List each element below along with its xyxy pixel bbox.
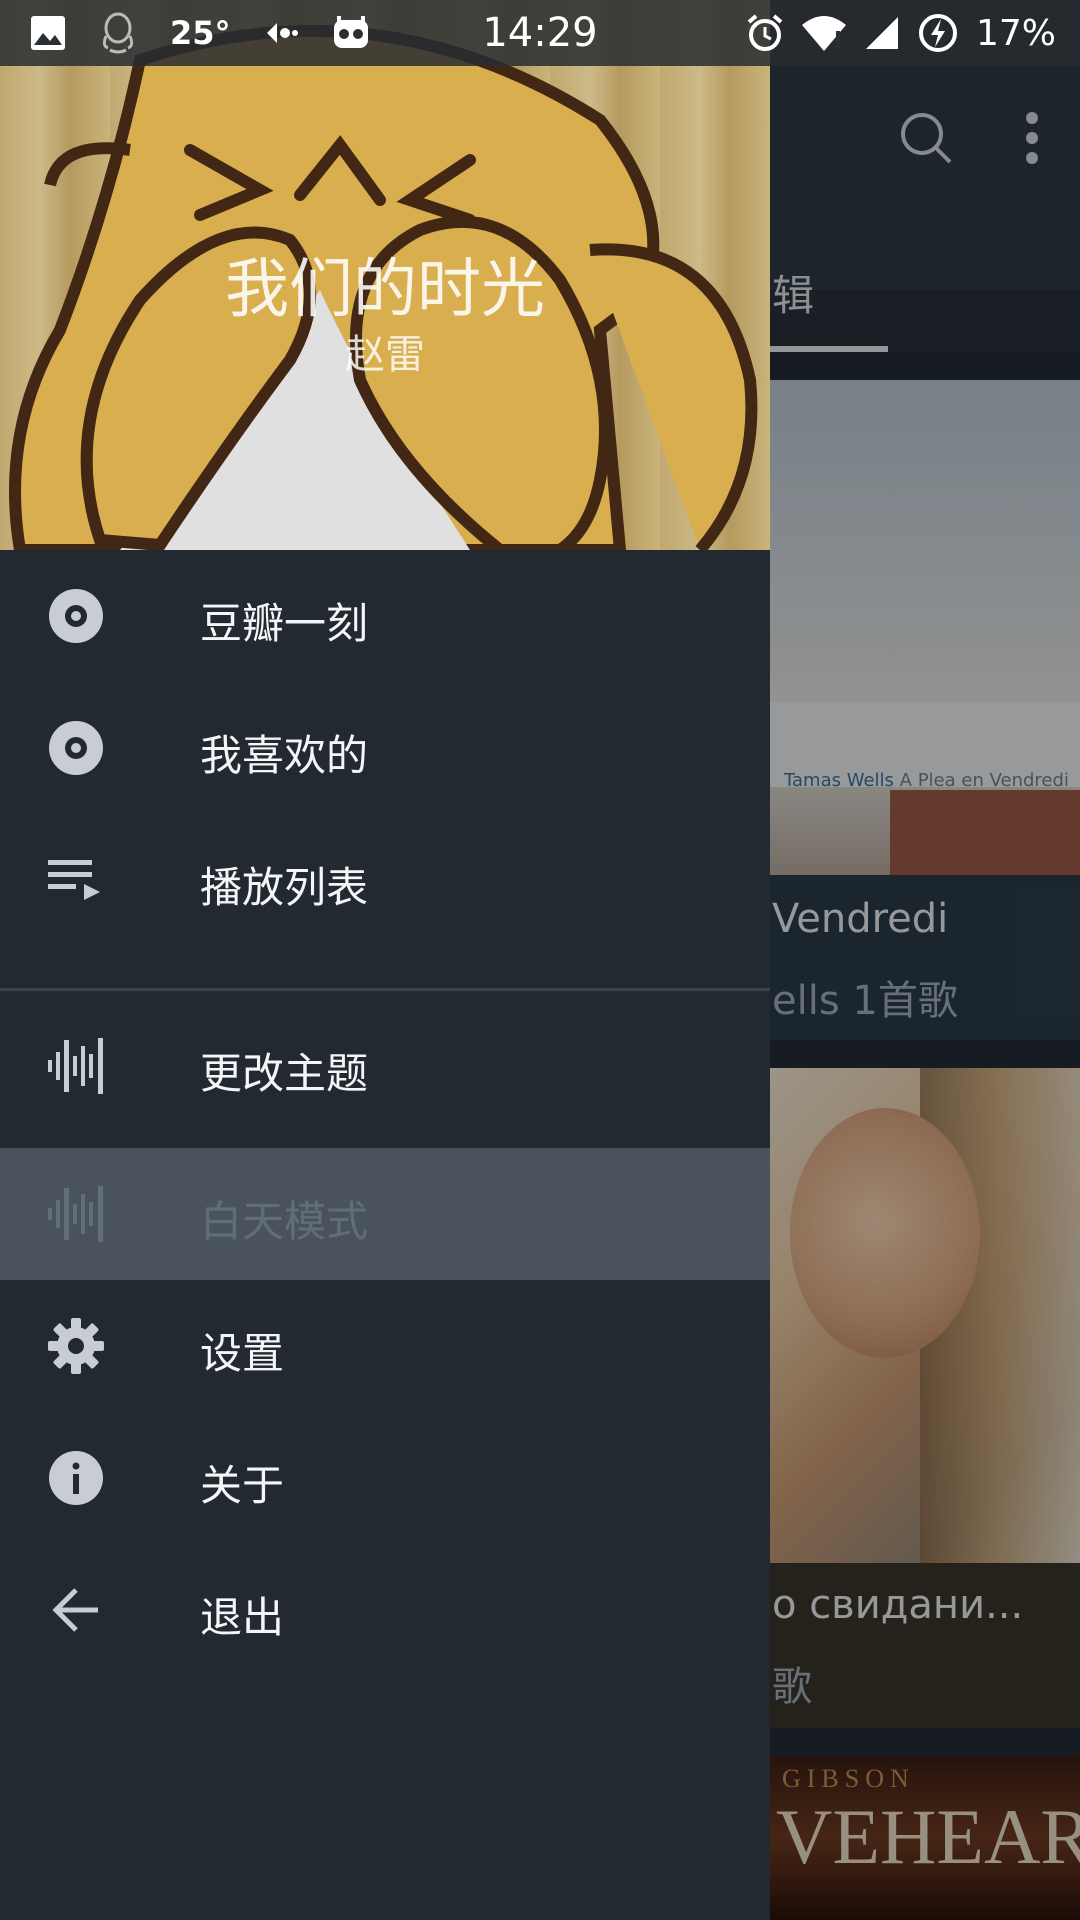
menu-item-about[interactable]: 关于 (0, 1412, 770, 1544)
menu-item-label: 播放列表 (200, 863, 369, 912)
menu-item-settings[interactable]: 设置 (0, 1280, 770, 1412)
arrow-back-icon (52, 1588, 98, 1632)
menu-item-label: 豆瓣一刻 (200, 599, 369, 648)
waveform-icon (48, 1038, 103, 1094)
menu-item-douban-moment[interactable]: 豆瓣一刻 (0, 550, 770, 682)
now-playing-artist: 赵雷 (345, 332, 425, 378)
navigation-drawer: 我们的时光 赵雷 豆瓣一刻 我喜欢的 播放列表 更改主题 白天模式 设置 关于 … (0, 0, 770, 1920)
menu-item-label: 我喜欢的 (200, 731, 369, 780)
menu-item-day-mode[interactable]: 白天模式 (0, 1148, 770, 1280)
menu-item-label: 退出 (200, 1593, 285, 1642)
menu-item-label: 更改主题 (200, 1049, 369, 1098)
alarm-icon (747, 14, 783, 51)
waveform-icon (48, 1186, 103, 1242)
menu-item-change-theme[interactable]: 更改主题 (0, 1000, 770, 1132)
menu-item-label: 白天模式 (200, 1197, 369, 1246)
menu-item-label: 设置 (200, 1329, 285, 1378)
playlist-icon (48, 860, 100, 900)
info-icon (49, 1451, 103, 1505)
menu-item-favorites[interactable]: 我喜欢的 (0, 682, 770, 814)
signal-icon (865, 17, 898, 49)
menu-item-playlist[interactable]: 播放列表 (0, 814, 770, 946)
battery-charging-icon (918, 14, 957, 52)
disc-icon (49, 721, 103, 775)
disc-icon (49, 589, 103, 643)
menu-item-exit[interactable]: 退出 (0, 1544, 770, 1676)
drawer-header-album-art[interactable]: 我们的时光 赵雷 (0, 0, 770, 550)
menu-item-label: 关于 (200, 1461, 285, 1510)
gear-icon (48, 1318, 104, 1374)
status-right-icons: 17% (746, 12, 1056, 54)
wifi-icon (801, 16, 846, 51)
now-playing-title: 我们的时光 (225, 253, 545, 327)
status-bar: 25° 14:29 17% (0, 0, 1080, 66)
menu-divider (0, 988, 770, 991)
battery-percent: 17% (975, 12, 1056, 54)
